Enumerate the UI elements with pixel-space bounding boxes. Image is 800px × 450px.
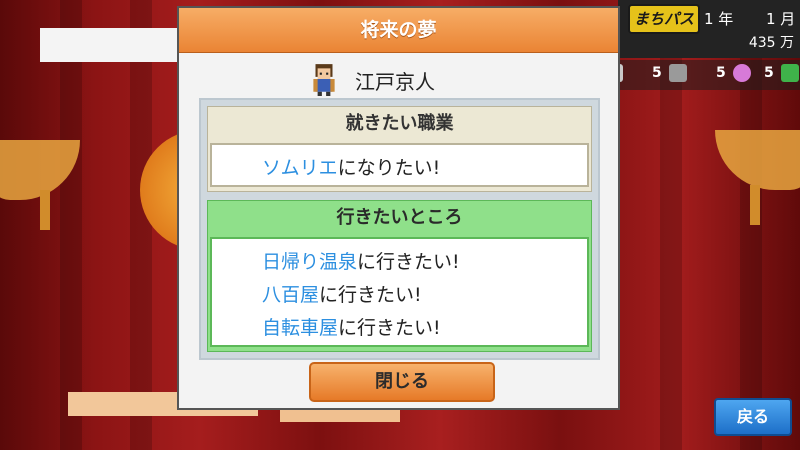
dream-content-frame: 就きたい職業 ソムリエになりたい! 行きたいところ 日帰り温泉に行きたい! 八百…	[199, 98, 600, 360]
money-indicator: 435 万	[748, 35, 794, 51]
month-indicator: 1 月	[766, 10, 796, 28]
place-box: 日帰り温泉に行きたい! 八百屋に行きたい! 自転車屋に行きたい!	[210, 237, 589, 347]
dialog-title: 将来の夢	[360, 19, 437, 41]
top-hud: まちパス 1 年 1 月 435 万	[618, 0, 800, 58]
stat-box: 5	[652, 64, 687, 82]
stat-value: 5	[652, 65, 662, 81]
place-suffix: に行きたい!	[357, 251, 460, 273]
curtain-tassel-left	[40, 190, 50, 230]
curtain-fold	[130, 0, 152, 450]
curtain-fold	[60, 0, 82, 450]
job-name: ソムリエ	[262, 157, 338, 179]
character-avatar-icon	[313, 64, 335, 96]
place-name: 八百屋	[262, 284, 320, 306]
place-name: 自転車屋	[262, 317, 339, 339]
character-name: 江戸京人	[355, 70, 435, 94]
place-suffix: に行きたい!	[319, 284, 422, 306]
job-line: ソムリエになりたい!	[262, 153, 440, 180]
job-suffix: になりたい!	[337, 157, 441, 179]
box-icon	[668, 64, 687, 82]
year-indicator: 1 年	[704, 10, 734, 28]
future-dream-dialog: 将来の夢 江戸京人 就きたい職業 ソムリエになりたい! 行きたいところ 日帰り温…	[177, 6, 620, 410]
place-line: 自転車屋に行きたい!	[262, 313, 441, 340]
place-suffix: に行きたい!	[338, 317, 441, 339]
job-section-header: 就きたい職業	[345, 113, 454, 134]
back-button[interactable]: 戻る	[714, 398, 792, 436]
place-section-header: 行きたいところ	[336, 207, 463, 228]
stage-banner	[40, 28, 190, 62]
curtain-swag-right	[715, 130, 800, 190]
book-icon	[780, 64, 799, 82]
stat-value: 5	[764, 65, 774, 81]
curtain-tassel-right	[750, 185, 760, 225]
stage-floor-step	[280, 408, 400, 422]
stat-value: 5	[716, 65, 726, 81]
place-name: 日帰り温泉	[262, 251, 358, 273]
place-line: 日帰り温泉に行きたい!	[262, 247, 460, 274]
close-button[interactable]: 閉じる	[309, 362, 495, 402]
machi-pass-badge[interactable]: まちパス	[628, 4, 700, 34]
place-line: 八百屋に行きたい!	[262, 280, 422, 307]
music-note-icon	[732, 64, 751, 82]
place-section: 行きたいところ 日帰り温泉に行きたい! 八百屋に行きたい! 自転車屋に行きたい!	[207, 200, 592, 352]
job-box: ソムリエになりたい!	[210, 143, 589, 187]
dialog-titlebar: 将来の夢	[179, 8, 618, 53]
stat-music: 5	[716, 64, 751, 82]
stat-book: 5	[764, 64, 799, 82]
job-section: 就きたい職業 ソムリエになりたい!	[207, 106, 592, 192]
